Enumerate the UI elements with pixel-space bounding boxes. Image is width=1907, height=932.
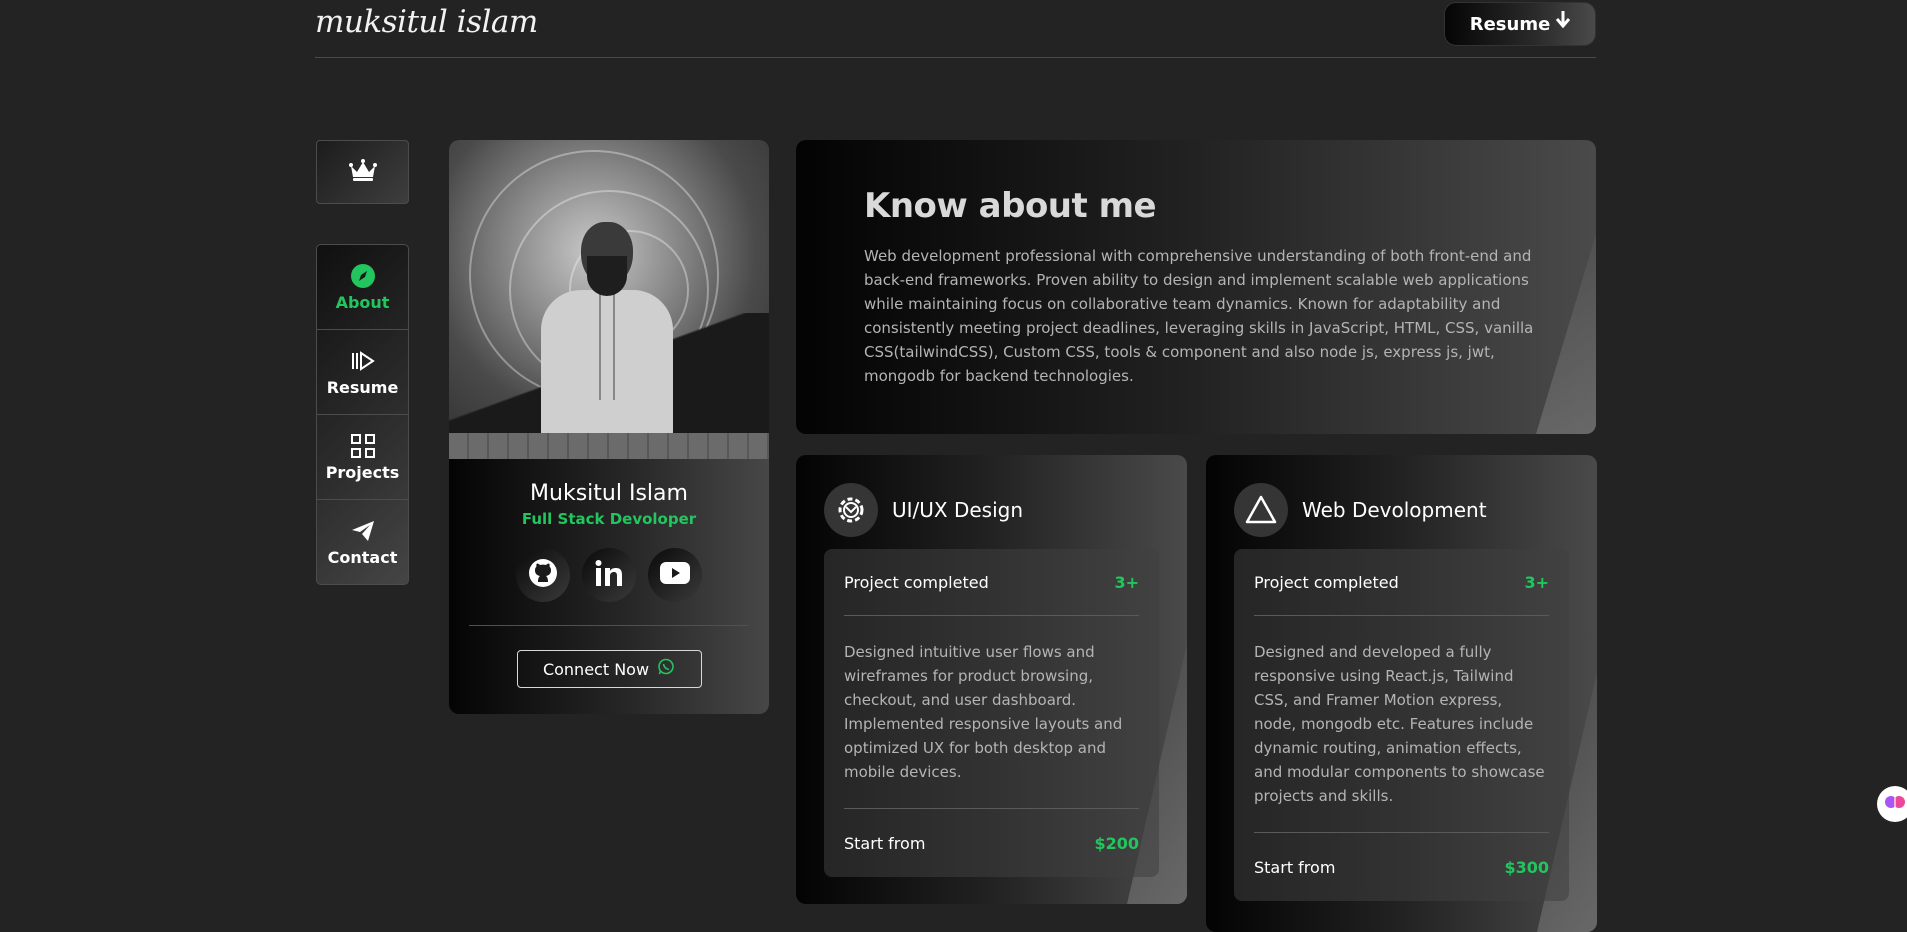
projects-label: Project completed — [844, 572, 989, 592]
nav-label-contact: Contact — [327, 548, 398, 567]
profile-role: Full Stack Devoloper — [521, 510, 697, 528]
profile-divider — [469, 625, 749, 626]
extension-badge[interactable] — [1877, 786, 1907, 822]
service-card-web: Web Devolopment Project completed 3+ Des… — [1206, 455, 1597, 932]
crown-icon — [348, 158, 378, 186]
arrow-down-icon — [1556, 10, 1571, 33]
resume-icon — [350, 348, 376, 374]
about-title: Know about me — [864, 186, 1157, 226]
price-label: Start from — [844, 833, 926, 853]
price-label: Start from — [1254, 857, 1336, 877]
profile-name: Muksitul Islam — [530, 481, 688, 506]
grid-icon — [350, 433, 376, 459]
service-title: Web Devolopment — [1302, 498, 1487, 522]
nav-label-about: About — [335, 292, 390, 312]
resume-button-label: Resume — [1469, 13, 1551, 35]
send-icon — [351, 518, 375, 544]
resume-download-button[interactable]: Resume — [1444, 2, 1596, 46]
linkedin-link[interactable] — [582, 548, 636, 602]
service-title: UI/UX Design — [892, 498, 1024, 522]
connect-label: Connect Now — [542, 659, 650, 679]
projects-label: Project completed — [1254, 572, 1399, 592]
projects-count: 3+ — [1114, 572, 1139, 592]
linkedin-icon — [593, 558, 625, 592]
service-details: Project completed 3+ Designed intuitive … — [824, 549, 1159, 877]
service-details: Project completed 3+ Designed and develo… — [1234, 549, 1569, 901]
projects-row: Project completed 3+ — [844, 549, 1139, 615]
price-row: Start from $200 — [844, 809, 1139, 877]
side-nav: About Resume Projects Contact — [316, 244, 409, 585]
nav-item-resume[interactable]: Resume — [317, 330, 408, 415]
crown-button[interactable] — [316, 140, 409, 204]
nav-item-contact[interactable]: Contact — [317, 500, 408, 584]
price-row: Start from $300 — [1254, 833, 1549, 901]
nav-item-about[interactable]: About — [317, 245, 408, 330]
about-text: Web development professional with compre… — [864, 247, 1534, 385]
github-link[interactable] — [516, 548, 570, 602]
social-links — [449, 548, 769, 602]
nav-label-projects: Projects — [325, 462, 400, 482]
price-value: $300 — [1504, 857, 1549, 877]
nav-label-resume: Resume — [326, 377, 399, 397]
compass-icon — [350, 263, 376, 289]
nav-item-projects[interactable]: Projects — [317, 415, 408, 500]
github-icon — [528, 558, 558, 592]
header: muksitul islam Resume — [315, 0, 1596, 58]
triangle-icon — [1234, 483, 1288, 537]
whatsapp-icon — [657, 658, 675, 680]
profile-card: Muksitul Islam Full Stack Devoloper Conn… — [449, 140, 769, 714]
youtube-icon — [659, 561, 691, 589]
projects-count: 3+ — [1524, 572, 1549, 592]
projects-row: Project completed 3+ — [1254, 549, 1549, 615]
connect-now-button[interactable]: Connect Now — [516, 650, 702, 688]
about-card: Know about me Web development profession… — [796, 140, 1596, 434]
site-logo[interactable]: muksitul islam — [315, 4, 538, 40]
brain-icon — [1884, 792, 1906, 816]
gear-icon — [824, 483, 878, 537]
service-card-uiux: UI/UX Design Project completed 3+ Design… — [796, 455, 1187, 904]
profile-photo — [449, 140, 769, 459]
price-value: $200 — [1094, 833, 1139, 853]
service-description: Designed intuitive user flows and wirefr… — [844, 643, 1123, 781]
youtube-link[interactable] — [648, 548, 702, 602]
service-description: Designed and developed a fully responsiv… — [1254, 643, 1545, 805]
